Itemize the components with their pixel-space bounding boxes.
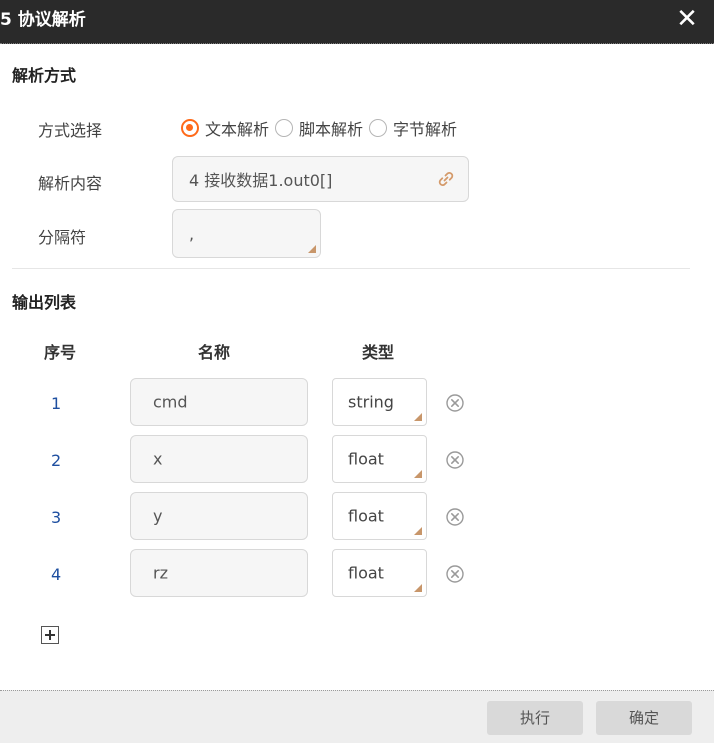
- row-name-field[interactable]: rz: [130, 549, 308, 597]
- separator-field[interactable]: ,: [172, 209, 321, 258]
- row-type-select[interactable]: float: [332, 549, 427, 597]
- parse-mode-radio-group: 文本解析 脚本解析 字节解析: [181, 113, 463, 143]
- section-divider: [12, 268, 690, 269]
- separator-value: ,: [189, 224, 195, 243]
- dropdown-corner-icon: [414, 584, 422, 592]
- separator-label: 分隔符: [38, 228, 87, 247]
- dropdown-corner-icon: [414, 470, 422, 478]
- radio-label: 文本解析: [205, 120, 270, 139]
- mode-label: 方式选择: [38, 121, 103, 140]
- row-type-value: string: [348, 392, 394, 412]
- row-name-field[interactable]: y: [130, 492, 308, 540]
- section-title-parse: 解析方式: [12, 66, 77, 85]
- parse-content-value: 4 接收数据1.out0[]: [189, 171, 333, 190]
- row-index: 1: [51, 394, 62, 413]
- radio-circle-icon: [369, 119, 388, 137]
- row-type-value: float: [348, 563, 384, 583]
- row-name-value: rz: [153, 563, 168, 583]
- radio-script-parse[interactable]: 脚本解析: [275, 116, 363, 140]
- radio-label: 字节解析: [393, 120, 458, 139]
- row-name-value: y: [153, 506, 163, 526]
- execute-button[interactable]: 执行: [487, 701, 583, 735]
- row-name-field[interactable]: x: [130, 435, 308, 483]
- content-label: 解析内容: [38, 174, 103, 193]
- radio-label: 脚本解析: [299, 120, 364, 139]
- row-name-field[interactable]: cmd: [130, 378, 308, 426]
- row-name-value: x: [153, 449, 163, 469]
- delete-row-icon[interactable]: [445, 393, 465, 413]
- add-row-button[interactable]: [41, 626, 59, 644]
- delete-row-icon[interactable]: [445, 564, 465, 584]
- row-type-value: float: [348, 506, 384, 526]
- row-type-select[interactable]: string: [332, 378, 427, 426]
- radio-circle-icon: [275, 119, 294, 137]
- row-index: 2: [51, 451, 62, 470]
- confirm-button[interactable]: 确定: [596, 701, 692, 735]
- title-bar: 5 协议解析 ✕: [0, 0, 714, 44]
- delete-row-icon[interactable]: [445, 507, 465, 527]
- title-divider: [0, 39, 714, 44]
- radio-byte-parse[interactable]: 字节解析: [369, 116, 457, 140]
- row-name-value: cmd: [153, 392, 188, 412]
- parse-content-field[interactable]: 4 接收数据1.out0[]: [172, 156, 469, 202]
- delete-row-icon[interactable]: [445, 450, 465, 470]
- window-title: 5 协议解析: [0, 10, 86, 30]
- dropdown-corner-icon: [414, 527, 422, 535]
- row-type-value: float: [348, 449, 384, 469]
- row-index: 4: [51, 565, 62, 584]
- resize-corner-icon: [308, 245, 316, 253]
- dialog-footer: 执行 确定: [0, 690, 714, 743]
- radio-circle-icon: [181, 119, 199, 137]
- section-title-output: 输出列表: [12, 293, 77, 312]
- radio-text-parse[interactable]: 文本解析: [181, 116, 269, 140]
- link-icon[interactable]: [436, 169, 456, 189]
- close-icon[interactable]: ✕: [674, 4, 700, 34]
- row-type-select[interactable]: float: [332, 492, 427, 540]
- row-index: 3: [51, 508, 62, 527]
- row-type-select[interactable]: float: [332, 435, 427, 483]
- column-header-type: 类型: [362, 343, 395, 362]
- column-header-name: 名称: [198, 343, 231, 362]
- column-header-index: 序号: [44, 343, 77, 362]
- dropdown-corner-icon: [414, 413, 422, 421]
